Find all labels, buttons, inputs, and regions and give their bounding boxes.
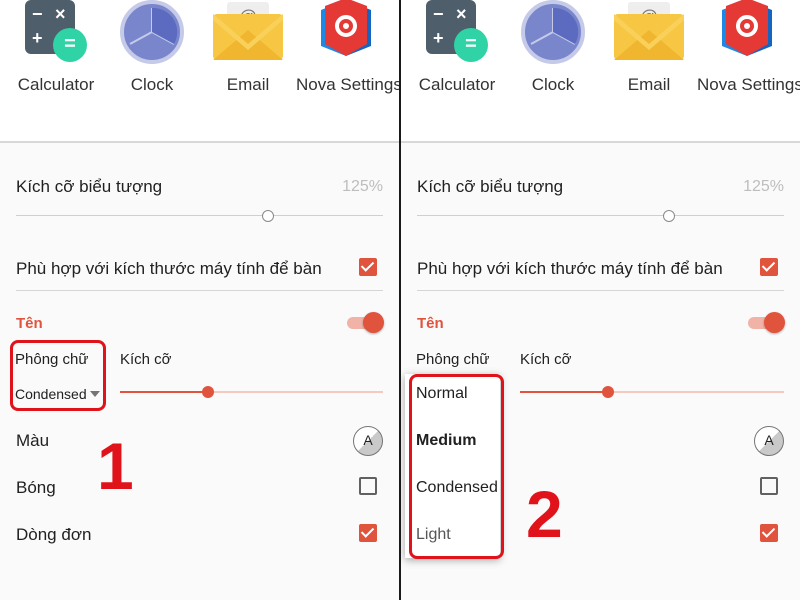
app-label: Clock xyxy=(531,75,575,94)
single-line-checkbox[interactable] xyxy=(359,524,377,542)
font-label: Phông chữ xyxy=(416,351,490,368)
shadow-label: Bóng xyxy=(16,478,56,497)
app-label: Clock xyxy=(130,75,174,94)
size-slider-active[interactable] xyxy=(120,391,208,393)
icon-size-label: Kích cỡ biểu tượng xyxy=(16,177,163,196)
fit-desktop-label: Phù hợp với kích thước máy tính để bàn xyxy=(417,259,723,278)
size-label: Kích cỡ xyxy=(120,351,172,368)
size-label: Kích cỡ xyxy=(520,351,572,368)
app-dock: − × + = Calculator Clock Email Nova Sett… xyxy=(401,0,800,143)
size-slider-active[interactable] xyxy=(520,391,608,393)
icon-size-slider[interactable] xyxy=(417,215,784,216)
app-email[interactable]: @ Email xyxy=(200,0,296,100)
annotation-step-2: 2 xyxy=(526,477,563,551)
calculator-icon: − × + = xyxy=(422,0,492,66)
right-panel: − × + = Calculator Clock Email Nova Sett… xyxy=(401,0,800,600)
app-label: Email xyxy=(627,75,671,94)
color-label: Màu xyxy=(16,431,50,450)
icon-size-label: Kích cỡ biểu tượng xyxy=(417,177,564,196)
divider xyxy=(417,290,784,291)
annotation-step-1: 1 xyxy=(97,429,134,503)
app-label: Nova Settings xyxy=(697,75,800,94)
app-label: Email xyxy=(226,75,270,94)
name-toggle[interactable] xyxy=(748,312,785,334)
app-clock[interactable]: Clock xyxy=(505,0,601,100)
fit-desktop-label: Phù hợp với kích thước máy tính để bàn xyxy=(16,259,322,278)
clock-icon xyxy=(518,0,588,66)
calculator-icon: − × + = xyxy=(21,0,91,66)
size-slider-knob[interactable] xyxy=(602,386,614,398)
name-section-title: Tên xyxy=(417,315,444,332)
name-section-title: Tên xyxy=(16,315,43,332)
left-panel: − × + = Calculator Clock Email Nova Sett… xyxy=(0,0,399,600)
app-dock: − × + = Calculator Clock Email Nova Sett… xyxy=(0,0,399,143)
app-nova-settings[interactable]: Nova Settings xyxy=(296,0,399,100)
divider xyxy=(16,290,383,291)
shadow-checkbox[interactable] xyxy=(359,477,377,495)
size-slider-knob[interactable] xyxy=(202,386,214,398)
size-slider-track[interactable] xyxy=(608,391,784,393)
annotation-box-1 xyxy=(10,340,106,411)
shadow-checkbox[interactable] xyxy=(760,477,778,495)
email-icon: @ xyxy=(614,0,684,66)
fit-desktop-checkbox[interactable] xyxy=(760,258,778,276)
app-clock[interactable]: Clock xyxy=(104,0,200,100)
app-email[interactable]: @ Email xyxy=(601,0,697,100)
icon-size-slider[interactable] xyxy=(16,215,383,216)
size-slider-track[interactable] xyxy=(208,391,383,393)
fit-desktop-checkbox[interactable] xyxy=(359,258,377,276)
icon-size-value: 125% xyxy=(342,178,383,195)
app-calculator[interactable]: − × + = Calculator xyxy=(409,0,505,100)
clock-icon xyxy=(117,0,187,66)
app-label: Calculator xyxy=(418,75,496,94)
color-chip[interactable]: A xyxy=(353,426,383,456)
single-line-label: Dòng đơn xyxy=(16,525,92,544)
app-nova-settings[interactable]: Nova Settings xyxy=(697,0,800,100)
annotation-box-2 xyxy=(409,374,504,559)
nova-settings-icon xyxy=(712,0,782,66)
app-label: Calculator xyxy=(17,75,95,94)
single-line-checkbox[interactable] xyxy=(760,524,778,542)
nova-settings-icon xyxy=(311,0,381,66)
icon-size-value: 125% xyxy=(743,178,784,195)
name-toggle[interactable] xyxy=(347,312,384,334)
icon-size-slider-knob[interactable] xyxy=(262,210,274,222)
email-icon: @ xyxy=(213,0,283,66)
icon-size-slider-knob[interactable] xyxy=(663,210,675,222)
app-calculator[interactable]: − × + = Calculator xyxy=(8,0,104,100)
app-label: Nova Settings xyxy=(296,75,399,94)
color-chip[interactable]: A xyxy=(754,426,784,456)
